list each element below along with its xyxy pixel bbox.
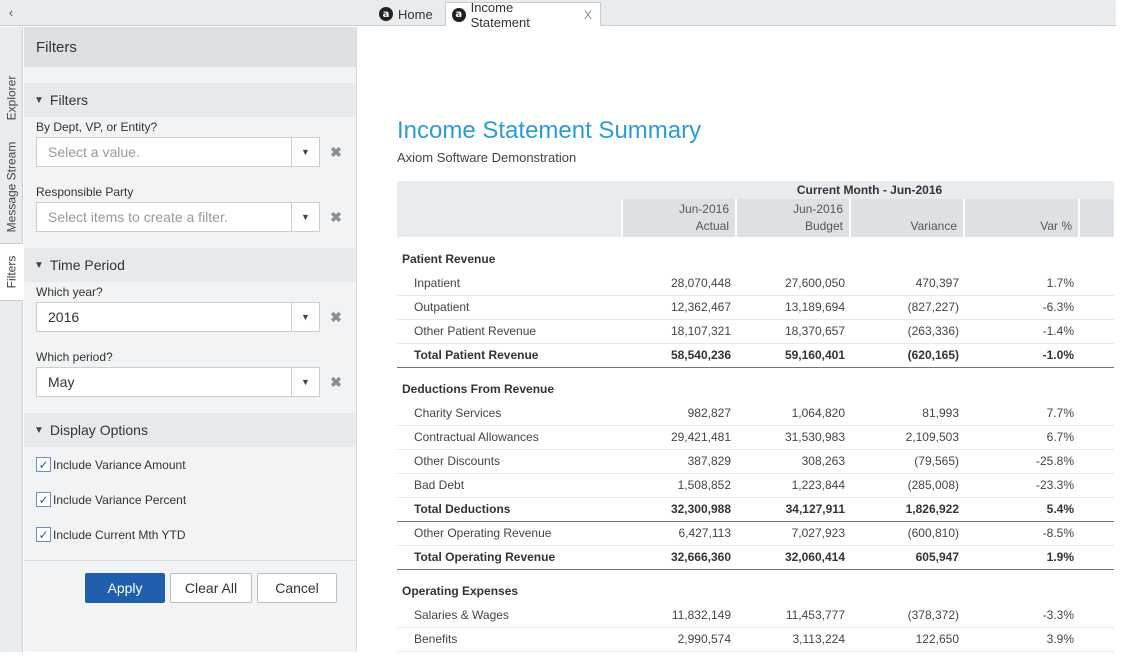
rail-item-label: Message Stream (4, 141, 19, 233)
table-row: Outpatient 12,362,467 13,189,694 (827,227) -… (397, 295, 1114, 320)
checkbox[interactable]: ✓ (36, 457, 51, 472)
header-group-label: Current Month - Jun-2016 (622, 181, 1114, 199)
section-heading: Display Options (49, 422, 148, 438)
table-row: Bad Debt 1,508,852 1,223,844 (285,008) -23.3… (397, 473, 1114, 498)
table-row: Benefits 2,990,574 3,113,224 122,650 3.9% (397, 627, 1114, 652)
clear-icon[interactable]: ✖ (320, 144, 352, 161)
tab-income-statement[interactable]: a Income Statement X (445, 0, 601, 30)
chevron-down-icon: ▼ (34, 424, 44, 436)
select-placeholder: Select items to create a filter. (48, 209, 228, 225)
table-row: Charity Services 982,827 1,064,820 81,993 7.… (397, 401, 1114, 426)
section-time-period[interactable]: ▼ Time Period (24, 248, 356, 282)
checkbox[interactable]: ✓ (36, 492, 51, 507)
header-blank (397, 199, 622, 237)
axiom-logo-icon: a (452, 7, 466, 22)
panel-footer: Apply Clear All Cancel (24, 560, 357, 652)
dept-vp-entity-select[interactable]: Select a value. ▼ (36, 137, 320, 167)
section-heading: Filters (49, 92, 89, 108)
field-label: Responsible Party (36, 185, 134, 199)
apply-button[interactable]: Apply (85, 573, 165, 603)
dropdown-arrow-icon[interactable]: ▼ (291, 203, 319, 231)
header-blank (397, 181, 622, 199)
section-filters[interactable]: ▼ Filters (24, 83, 356, 117)
axiom-logo-icon: a (379, 7, 393, 21)
checkbox-include-variance-percent[interactable]: ✓ Include Variance Percent (24, 482, 356, 517)
clear-icon[interactable]: ✖ (320, 309, 352, 326)
checkbox-include-current-mth-ytd[interactable]: ✓ Include Current Mth YTD (24, 517, 356, 552)
rail-item-label: Filters (4, 255, 19, 289)
column-header-actual: Jun-2016 Actual (621, 199, 736, 237)
table-row: Other Operating Revenue 6,427,113 7,027,92… (397, 521, 1114, 546)
table-header-group: Current Month - Jun-2016 (397, 181, 1114, 199)
dropdown-arrow-icon[interactable]: ▼ (291, 138, 319, 166)
checkbox-label: Include Variance Percent (53, 492, 187, 507)
group-heading-row: Deductions From Revenue (397, 377, 1114, 401)
clear-icon[interactable]: ✖ (320, 374, 352, 391)
side-rail: Explorer Message Stream Filters (0, 27, 23, 652)
period-select[interactable]: May ▼ (36, 367, 320, 397)
table-row: Other Discounts 387,829 308,263 (79,565) -25… (397, 449, 1114, 474)
group-heading-row: Patient Revenue (397, 247, 1114, 271)
section-display-options[interactable]: ▼ Display Options (24, 413, 356, 447)
app-window: ‹ a Home a Income Statement X Explorer M… (0, 0, 1122, 656)
table-header-columns: Jun-2016 Actual Jun-2016 Budget Variance V… (397, 199, 1114, 237)
column-header-variance: Variance (849, 199, 964, 237)
cancel-button[interactable]: Cancel (257, 573, 337, 603)
table-row: Other Patient Revenue 18,107,321 18,370,65… (397, 319, 1114, 344)
dropdown-arrow-icon[interactable]: ▼ (291, 368, 319, 396)
report-subtitle: Axiom Software Demonstration (397, 150, 577, 165)
tab-home-label: Home (398, 6, 433, 22)
table-row: Inpatient 28,070,448 27,600,050 470,397 1.7% (397, 271, 1114, 296)
tab-bar: ‹ a Home a Income Statement X (0, 0, 1116, 30)
field-label: Which period? (36, 350, 113, 364)
section-heading: Time Period (49, 257, 125, 273)
field-label: By Dept, VP, or Entity? (36, 120, 158, 134)
filters-panel: Filters ▼ Filters By Dept, VP, or Entity… (24, 27, 357, 652)
group-heading-row: Operating Expenses (397, 579, 1114, 603)
chevron-down-icon: ▼ (34, 259, 44, 271)
close-tab-icon[interactable]: X (584, 8, 592, 22)
collapse-panel-icon[interactable]: ‹ (4, 5, 18, 21)
field-label: Which year? (36, 285, 103, 299)
rail-item-filters[interactable]: Filters (0, 243, 23, 301)
tab-home[interactable]: a Home (373, 2, 441, 26)
total-row: Total Operating Revenue 32,666,360 32,060,… (397, 544, 1114, 570)
income-statement-table: Current Month - Jun-2016 Jun-2016 Actual … (397, 181, 1114, 652)
chevron-down-icon: ▼ (34, 94, 44, 106)
dropdown-arrow-icon[interactable]: ▼ (291, 303, 319, 331)
responsible-party-select[interactable]: Select items to create a filter. ▼ (36, 202, 320, 232)
clear-all-button[interactable]: Clear All (170, 573, 252, 603)
year-select[interactable]: 2016 ▼ (36, 302, 320, 332)
report-area: Income Statement Summary Axiom Software … (358, 27, 1114, 652)
rail-item-label: Explorer (4, 75, 19, 121)
clear-icon[interactable]: ✖ (320, 209, 352, 226)
table-row: Contractual Allowances 29,421,481 31,530,9… (397, 425, 1114, 450)
checkbox-label: Include Variance Amount (53, 457, 186, 472)
table-row: Salaries & Wages 11,832,149 11,453,777 (378… (397, 603, 1114, 628)
tab-income-statement-label: Income Statement (470, 0, 530, 30)
checkbox[interactable]: ✓ (36, 527, 51, 542)
report-title: Income Statement Summary (397, 117, 702, 144)
column-header-budget: Jun-2016 Budget (735, 199, 850, 237)
column-header-var-pct: Var % (963, 199, 1079, 237)
group-heading: Operating Expenses (402, 584, 519, 598)
column-header-extra (1078, 199, 1114, 237)
select-value: 2016 (48, 309, 80, 325)
group-heading: Patient Revenue (402, 252, 496, 266)
select-value: May (48, 374, 75, 390)
select-placeholder: Select a value. (48, 144, 140, 160)
group-heading: Deductions From Revenue (402, 382, 555, 396)
rail-item-message-stream[interactable]: Message Stream (0, 133, 23, 241)
total-row: Total Deductions 32,300,988 34,127,911 1,82… (397, 496, 1114, 522)
checkbox-include-variance-amount[interactable]: ✓ Include Variance Amount (24, 447, 356, 482)
total-row: Total Patient Revenue 58,540,236 59,160,40… (397, 342, 1114, 368)
rail-item-explorer[interactable]: Explorer (0, 63, 23, 133)
checkbox-label: Include Current Mth YTD (53, 527, 186, 542)
panel-title: Filters (24, 27, 356, 67)
